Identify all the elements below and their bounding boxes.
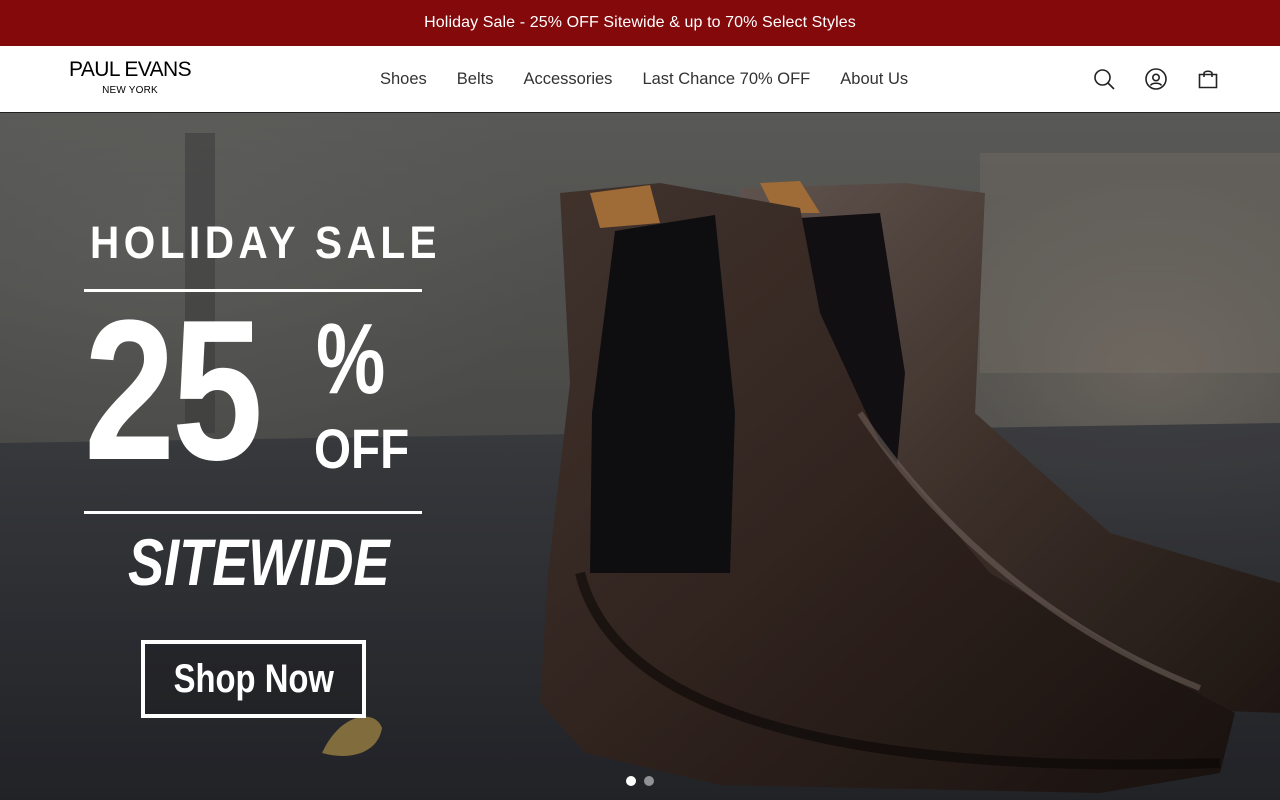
- cart-icon: [1198, 70, 1218, 89]
- search-icon: [1094, 69, 1115, 90]
- slide-dot-1[interactable]: [626, 776, 636, 786]
- nav-item-shoes[interactable]: Shoes: [380, 70, 427, 89]
- nav-item-accessories[interactable]: Accessories: [523, 70, 612, 89]
- site-header: PAUL EVANS NEW YORK Shoes Belts Accessor…: [0, 46, 1280, 113]
- account-button[interactable]: [1142, 65, 1170, 93]
- nav-item-last-chance[interactable]: Last Chance 70% OFF: [642, 70, 810, 89]
- hero-banner: HOLIDAY SALE 25 % OFF SITEWIDE Shop Now: [0, 113, 1280, 800]
- announcement-text: Holiday Sale - 25% OFF Sitewide & up to …: [424, 14, 856, 31]
- logo-name: PAUL EVANS: [69, 58, 192, 81]
- promo-scope: SITEWIDE: [128, 525, 390, 599]
- main-nav: Shoes Belts Accessories Last Chance 70% …: [380, 46, 908, 112]
- nav-item-about-us[interactable]: About Us: [840, 70, 908, 89]
- account-icon: [1145, 68, 1167, 90]
- promo-overlay: HOLIDAY SALE 25 % OFF SITEWIDE Shop Now: [84, 113, 437, 800]
- logo[interactable]: PAUL EVANS NEW YORK: [60, 59, 200, 97]
- promo-percent-symbol: %: [316, 303, 386, 415]
- cart-button[interactable]: [1194, 65, 1222, 93]
- promo-title: HOLIDAY SALE: [90, 217, 442, 268]
- announcement-bar: Holiday Sale - 25% OFF Sitewide & up to …: [0, 0, 1280, 46]
- slide-indicator: [626, 776, 662, 786]
- slide-dot-2[interactable]: [644, 776, 654, 786]
- promo-divider-bottom: [84, 511, 422, 514]
- shop-now-button[interactable]: Shop Now: [141, 640, 366, 718]
- logo-tagline: NEW YORK: [102, 85, 158, 96]
- promo-discount-number: 25: [84, 279, 263, 502]
- promo-off-label: OFF: [314, 417, 410, 480]
- nav-item-belts[interactable]: Belts: [457, 70, 494, 89]
- shop-now-label: Shop Now: [173, 656, 334, 701]
- search-button[interactable]: [1090, 65, 1118, 93]
- header-icons: [1066, 65, 1222, 93]
